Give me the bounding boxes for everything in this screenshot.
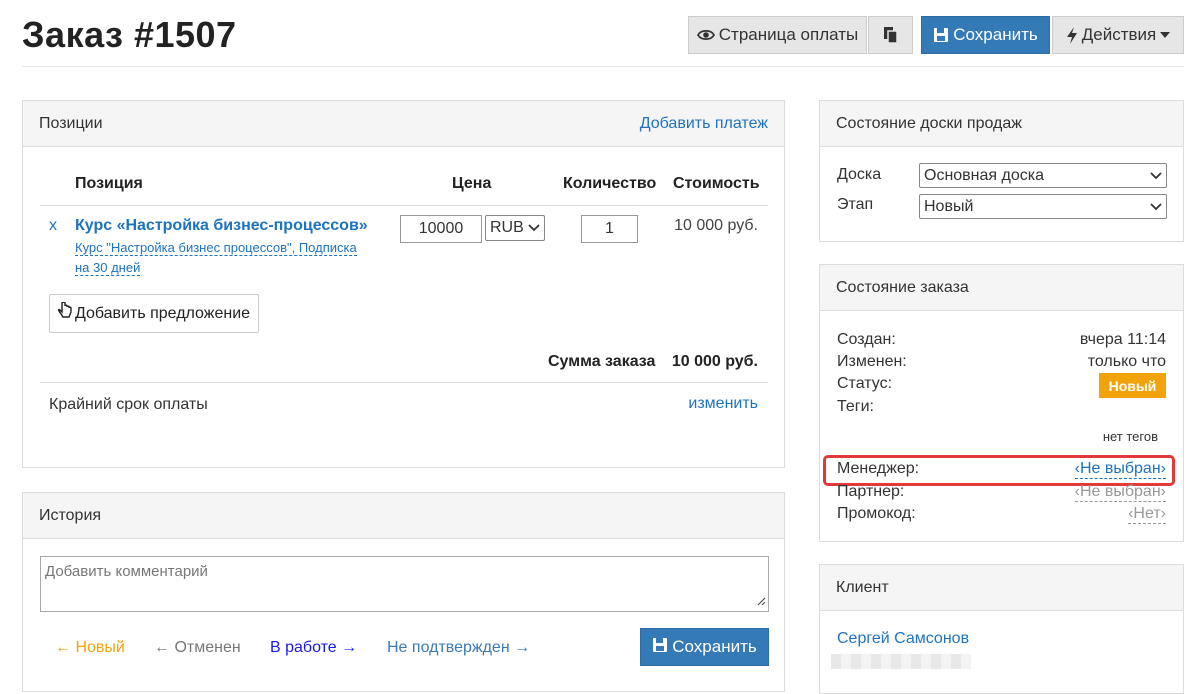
item-offer-line2: на 30 дней [75,260,141,276]
manager-select-link[interactable]: ‹Не выбран› [1074,460,1166,479]
copy-button[interactable] [868,16,913,54]
manager-value: Не выбран [1079,460,1161,477]
floppy-icon [933,27,949,43]
payment-page-button[interactable]: Страница оплаты [688,16,867,54]
change-deadline-link[interactable]: изменить [688,395,758,413]
blurred-contact [831,654,971,669]
add-offer-label: Добавить предложение [74,304,251,322]
history-save-button[interactable]: Сохранить [640,628,769,666]
copy-icon [883,26,899,44]
board-state-panel: Состояние доски продаж Доска Основная до… [819,100,1184,242]
quantity-value: 1 [605,220,614,237]
order-state-panel: Состояние заказа Создан: вчера 11:14 Изм… [819,264,1184,542]
status-unconfirmed-link[interactable]: Не подтвержден → [387,639,530,657]
column-quantity: Количество [563,175,657,192]
partner-select-link[interactable]: ‹Не выбран› [1074,483,1166,502]
created-label: Создан: [837,331,896,348]
chevron-down-icon [528,219,540,237]
add-offer-button[interactable]: Добавить предложение [49,294,259,333]
price-input[interactable]: 10000 [400,215,482,243]
promo-value: Нет [1133,505,1161,522]
quantity-input[interactable]: 1 [581,215,638,243]
modified-label: Изменен: [837,353,907,370]
table-header-divider [40,205,768,206]
order-state-heading: Состояние заказа [836,278,969,296]
comment-textarea[interactable]: Добавить комментарий [40,556,769,612]
board-select-value: Основная доска [924,166,1045,184]
save-label: Сохранить [953,25,1038,44]
client-panel: Клиент Сергей Самсонов [819,564,1184,694]
board-state-header: Состояние доски продаж [820,101,1183,147]
promo-select-link[interactable]: ‹Нет› [1128,505,1166,524]
item-cost: 10 000 руб. [674,217,758,234]
caret-down-icon [1160,32,1171,38]
board-label: Доска [837,166,882,183]
currency-select[interactable]: RUB [485,215,545,241]
client-panel-header: Клиент [820,565,1183,611]
status-label: Статус: [837,375,893,392]
status-in-work-link[interactable]: В работе → [270,639,357,657]
stage-select[interactable]: Новый [919,194,1167,219]
column-position: Позиция [75,175,143,192]
partner-label: Партнер: [837,483,905,500]
column-cost: Стоимость [673,175,760,192]
status-cancelled-link[interactable]: ← Отменен [154,639,241,657]
actions-label: Действия [1081,25,1157,44]
hand-pointer-icon [57,301,72,325]
floppy-icon [652,637,668,658]
resize-grip-icon [757,593,766,610]
tags-label: Теги: [837,398,874,415]
history-heading: История [39,506,102,524]
status-badge: Новый [1099,373,1166,398]
history-panel: История Добавить комментарий ← Новый ← О… [22,492,785,692]
created-value: вчера 11:14 [1079,331,1166,348]
client-name-link[interactable]: Сергей Самсонов [837,630,969,648]
history-panel-header: История [23,493,784,539]
page-title: Заказ #1507 [22,14,237,55]
promo-label: Промокод: [837,505,916,522]
comment-placeholder: Добавить комментарий [45,563,208,580]
currency-value: RUB [490,219,524,236]
payment-deadline-label: Крайний срок оплаты [49,396,208,413]
board-state-heading: Состояние доски продаж [836,114,1022,132]
column-price: Цена [452,175,492,192]
positions-panel: Позиции Добавить платеж Позиция Цена Кол… [22,100,785,468]
modified-value: только что [1087,353,1166,370]
header-divider [22,66,1184,67]
bolt-icon [1066,26,1078,44]
eye-icon [696,28,715,42]
chevron-down-icon [1150,167,1162,185]
save-button[interactable]: Сохранить [921,16,1050,54]
status-new-link[interactable]: ← Новый [55,639,125,657]
manager-label: Менеджер: [837,460,920,477]
item-name-link[interactable]: Курс «Настройка бизнес-процессов» [75,217,368,235]
payment-page-label: Страница оплаты [718,25,859,44]
item-offer-link[interactable]: Курс "Настройка бизнес процессов", Подпи… [75,238,375,278]
order-sum-label: Сумма заказа [548,353,656,370]
stage-select-value: Новый [924,197,974,215]
positions-heading: Позиции [39,114,103,132]
sum-divider [40,382,768,383]
price-value: 10000 [418,220,464,237]
chevron-down-icon [1150,198,1162,216]
stage-label: Этап [837,196,874,213]
add-payment-link[interactable]: Добавить платеж [640,115,768,133]
board-select[interactable]: Основная доска [919,163,1167,188]
history-save-label: Сохранить [672,637,757,656]
order-state-header: Состояние заказа [820,265,1183,311]
partner-value: Не выбран [1079,483,1161,500]
client-heading: Клиент [836,578,889,596]
positions-panel-header: Позиции Добавить платеж [23,101,784,147]
tags-value: нет тегов [1102,429,1158,444]
remove-item-button[interactable]: x [49,217,57,235]
order-sum-value: 10 000 руб. [671,353,758,370]
item-offer-line1: Курс "Настройка бизнес процессов", Подпи… [75,240,357,256]
actions-dropdown[interactable]: Действия [1052,16,1184,54]
